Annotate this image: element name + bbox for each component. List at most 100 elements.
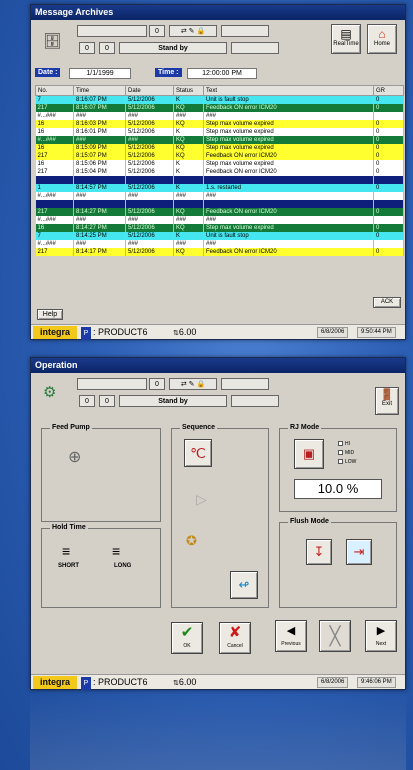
- ok-button[interactable]: ✔ OK: [171, 622, 203, 654]
- cell-status: KQ: [173, 103, 204, 112]
- archive-document-icon: 🗄: [43, 33, 63, 50]
- counter-box: 0: [149, 378, 165, 390]
- table-row[interactable]: #...### ### ### ### ###: [35, 215, 404, 224]
- time-field[interactable]: 12:00:00 PM: [187, 68, 257, 79]
- cell-status: ###: [173, 191, 204, 200]
- cell-time: ###: [73, 135, 126, 144]
- cell-no: 217: [35, 247, 74, 256]
- cell-status: ###: [173, 215, 204, 224]
- low-label: LOW: [345, 459, 357, 465]
- cell-no: 16: [35, 127, 74, 136]
- product-indicator: P: PRODUCT6: [81, 676, 148, 690]
- play-icon[interactable]: ▷: [196, 491, 207, 508]
- flush-down-button[interactable]: ↧: [306, 539, 332, 565]
- table-row[interactable]: [35, 175, 404, 184]
- message-table[interactable]: No. Time Date Status Text GR 7 8:16:07 PM…: [35, 85, 404, 256]
- cell-time: 8:15:04 PM: [73, 167, 126, 176]
- table-row[interactable]: 16 8:15:09 PM 5/12/2006 KQ Step max volume e…: [35, 143, 404, 152]
- previous-label: Previous: [281, 641, 301, 647]
- help-button[interactable]: Help: [37, 309, 63, 320]
- table-row[interactable]: 217 8:15:07 PM 5/12/2006 KQ Feedback ON erro…: [35, 151, 404, 160]
- feed-pump-title: Feed Pump: [50, 424, 92, 431]
- table-row[interactable]: 16 8:15:06 PM 5/12/2006 K Step max volume ex…: [35, 159, 404, 168]
- mid-checkbox[interactable]: [338, 450, 343, 456]
- cell-status: ###: [173, 239, 204, 248]
- cell-no: #...###: [35, 135, 74, 144]
- ack-button[interactable]: ACK: [373, 297, 401, 308]
- cell-gr: [373, 175, 404, 184]
- window-title: Operation: [31, 358, 405, 373]
- cell-time: 8:16:03 PM: [73, 119, 126, 128]
- table-row[interactable]: 1 8:14:57 PM 5/12/2006 K 1.s. restarted 0: [35, 183, 404, 192]
- column-header[interactable]: No.: [35, 85, 74, 96]
- table-row[interactable]: [35, 199, 404, 208]
- table-row[interactable]: 7 8:14:25 PM 5/12/2006 K Unit is fault stop 0: [35, 231, 404, 240]
- cell-status: KQ: [173, 135, 204, 144]
- cell-date: 5/12/2006: [125, 103, 174, 112]
- status-field-top: [77, 25, 147, 37]
- rinse-button[interactable]: ↫: [230, 571, 258, 599]
- rj-mode-group: RJ Mode ▣ HI MID LOW 10.0 %: [279, 424, 397, 512]
- table-row[interactable]: 217 8:14:27 PM 5/12/2006 KQ Feedback ON erro…: [35, 207, 404, 216]
- column-header[interactable]: Text: [203, 85, 374, 96]
- cell-time: 8:14:27 PM: [73, 207, 126, 216]
- cell-time: ###: [73, 215, 126, 224]
- cell-gr: [373, 111, 404, 120]
- product-name: : PRODUCT6: [93, 327, 148, 337]
- table-row[interactable]: #...### ### ### KQ Step max volume expired 0: [35, 135, 404, 144]
- empty-cross-icon: ╳: [329, 626, 341, 646]
- previous-button[interactable]: ◀ Previous: [275, 620, 307, 652]
- next-button[interactable]: ▶ Next: [365, 620, 397, 652]
- rj-mid-option[interactable]: MID: [338, 450, 354, 456]
- table-row[interactable]: 16 8:16:01 PM 5/12/2006 K Step max volume ex…: [35, 127, 404, 136]
- realtime-button[interactable]: ▤ RealTime: [331, 24, 361, 54]
- status-time: 9:50:44 PM: [357, 327, 396, 338]
- mid-label: MID: [345, 450, 355, 456]
- home-button[interactable]: ⌂ Home: [367, 24, 397, 54]
- table-row[interactable]: 217 8:14:17 PM 5/12/2006 KQ Feedback ON erro…: [35, 247, 404, 256]
- cell-date: 5/12/2006: [125, 151, 174, 160]
- date-field[interactable]: 1/1/1999: [69, 68, 131, 79]
- window-title: Message Archives: [31, 5, 405, 20]
- cell-date: [125, 199, 174, 208]
- cell-text: ###: [203, 191, 374, 200]
- column-header[interactable]: Status: [173, 85, 204, 96]
- cell-text: Feedback ON error ICM20: [203, 167, 374, 176]
- version-indicator: ⇅6.00: [173, 326, 196, 340]
- status-field-top: [77, 378, 147, 390]
- temperature-button[interactable]: ℃: [184, 439, 212, 467]
- table-row[interactable]: #...### ### ### ### ###: [35, 239, 404, 248]
- pump-icon[interactable]: ⊕: [68, 447, 81, 467]
- table-row[interactable]: 217 8:16:07 PM 5/12/2006 KQ Feedback ON erro…: [35, 103, 404, 112]
- toolbar: 🗄 0 ⇄ ✎ 🔒 0 0 Stand by ▤ RealTime ⌂ Home: [31, 20, 405, 66]
- table-row[interactable]: 16 8:16:03 PM 5/12/2006 KQ Step max volume e…: [35, 119, 404, 128]
- low-checkbox[interactable]: [338, 459, 343, 465]
- cell-date: 5/12/2006: [125, 231, 174, 240]
- coil-short-icon[interactable]: ≡: [62, 543, 70, 559]
- cell-status: [173, 199, 204, 208]
- exit-button[interactable]: 🚪 Exit: [375, 387, 399, 415]
- cell-no: #...###: [35, 239, 74, 248]
- table-row[interactable]: 217 8:15:04 PM 5/12/2006 K Feedback ON error…: [35, 167, 404, 176]
- table-row[interactable]: 7 8:16:07 PM 5/12/2006 K Unit is fault stop 0: [35, 95, 404, 104]
- table-row[interactable]: 16 8:14:27 PM 5/12/2006 KQ Step max volume e…: [35, 223, 404, 232]
- cancel-button[interactable]: ✘ Cancel: [219, 622, 251, 654]
- cell-status: KQ: [173, 223, 204, 232]
- rj-tank-button[interactable]: ▣: [294, 439, 324, 469]
- thermometer-icon: ℃: [190, 445, 206, 461]
- column-header[interactable]: GR: [373, 85, 404, 96]
- coil-long-icon[interactable]: ≡: [112, 543, 120, 559]
- cell-date: ###: [125, 111, 174, 120]
- version-value: 6.00: [178, 327, 197, 337]
- hi-checkbox[interactable]: [338, 441, 343, 447]
- flush-tank-button[interactable]: ⇥: [346, 539, 372, 565]
- table-row[interactable]: #...### ### ### ### ###: [35, 191, 404, 200]
- rj-low-option[interactable]: LOW: [338, 459, 356, 465]
- column-header[interactable]: Time: [73, 85, 126, 96]
- rj-percent-field[interactable]: 10.0 %: [294, 479, 382, 499]
- column-header[interactable]: Date: [125, 85, 174, 96]
- table-row[interactable]: #...### ### ### ### ###: [35, 111, 404, 120]
- sequence-title: Sequence: [180, 424, 218, 431]
- rj-hi-option[interactable]: HI: [338, 441, 350, 447]
- cell-time: ###: [73, 191, 126, 200]
